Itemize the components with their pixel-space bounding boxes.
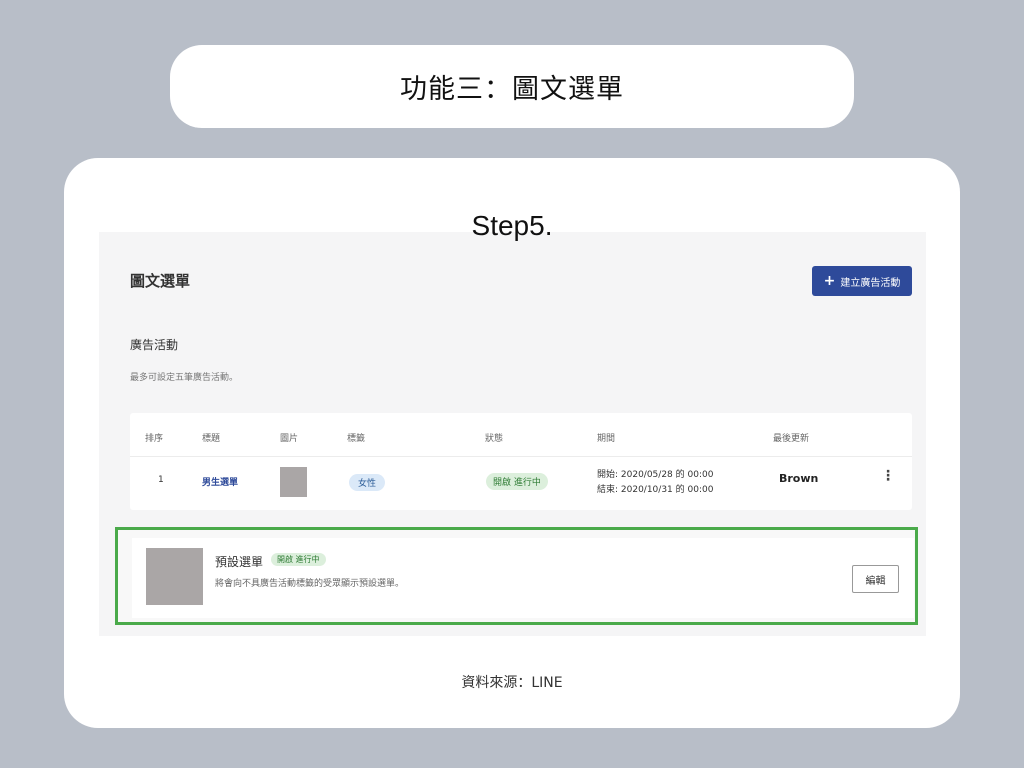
section-subtitle: 最多可設定五筆廣告活動。	[130, 373, 239, 383]
row-thumbnail	[280, 467, 307, 497]
default-menu-status-badge: 開啟 進行中	[271, 553, 326, 566]
header-tag: 標籤	[347, 434, 366, 444]
row-period: 開始: 2020/05/28 的 00:00 結束: 2020/10/31 的 …	[597, 468, 713, 498]
slide-title: 功能三：圖文選單	[170, 45, 854, 128]
header-order: 排序	[145, 434, 164, 444]
section-title: 廣告活動	[130, 338, 179, 352]
default-menu-highlight: 預設選單 開啟 進行中 將會向不具廣告活動標籤的受眾顯示預設選單。 編輯	[115, 527, 918, 625]
default-menu-thumbnail	[146, 548, 203, 605]
row-updated-by: Brown	[779, 472, 819, 485]
header-title: 標題	[202, 434, 221, 444]
table-divider	[130, 456, 912, 457]
step-label: Step5.	[471, 210, 553, 241]
edit-button[interactable]: 編輯	[852, 565, 899, 593]
app-screenshot: 圖文選單 + 建立廣告活動 廣告活動 最多可設定五筆廣告活動。 排序 標題 圖片…	[99, 232, 926, 636]
row-order: 1	[158, 475, 164, 485]
create-campaign-button[interactable]: + 建立廣告活動	[812, 266, 912, 296]
default-menu-card: 預設選單 開啟 進行中 將會向不具廣告活動標籤的受眾顯示預設選單。 編輯	[132, 538, 914, 618]
tag-chip: 女性	[349, 474, 386, 491]
header-updated: 最後更新	[773, 434, 810, 444]
plus-icon: +	[823, 273, 836, 289]
row-title-link[interactable]: 男生選單	[202, 475, 238, 488]
campaign-table: 排序 標題 圖片 標籤 狀態 期間 最後更新 1 男生選單 女性 開啟 進行中 …	[130, 413, 912, 510]
more-options-icon[interactable]: ⋮	[881, 469, 895, 483]
header-period: 期間	[597, 434, 616, 444]
header-status: 狀態	[485, 434, 504, 444]
status-badge: 開啟 進行中	[486, 473, 548, 490]
content-card: Step5. 圖文選單 + 建立廣告活動 廣告活動 最多可設定五筆廣告活動。 排…	[64, 158, 960, 728]
default-menu-title: 預設選單	[215, 555, 264, 569]
period-start: 開始: 2020/05/28 的 00:00	[597, 470, 714, 480]
create-campaign-label: 建立廣告活動	[840, 277, 901, 289]
period-end: 結束: 2020/10/31 的 00:00	[597, 485, 714, 495]
default-menu-description: 將會向不具廣告活動標籤的受眾顯示預設選單。	[215, 579, 405, 589]
source-caption: 資料來源：LINE	[461, 675, 563, 691]
header-image: 圖片	[280, 434, 299, 444]
page-title: 圖文選單	[130, 272, 191, 290]
